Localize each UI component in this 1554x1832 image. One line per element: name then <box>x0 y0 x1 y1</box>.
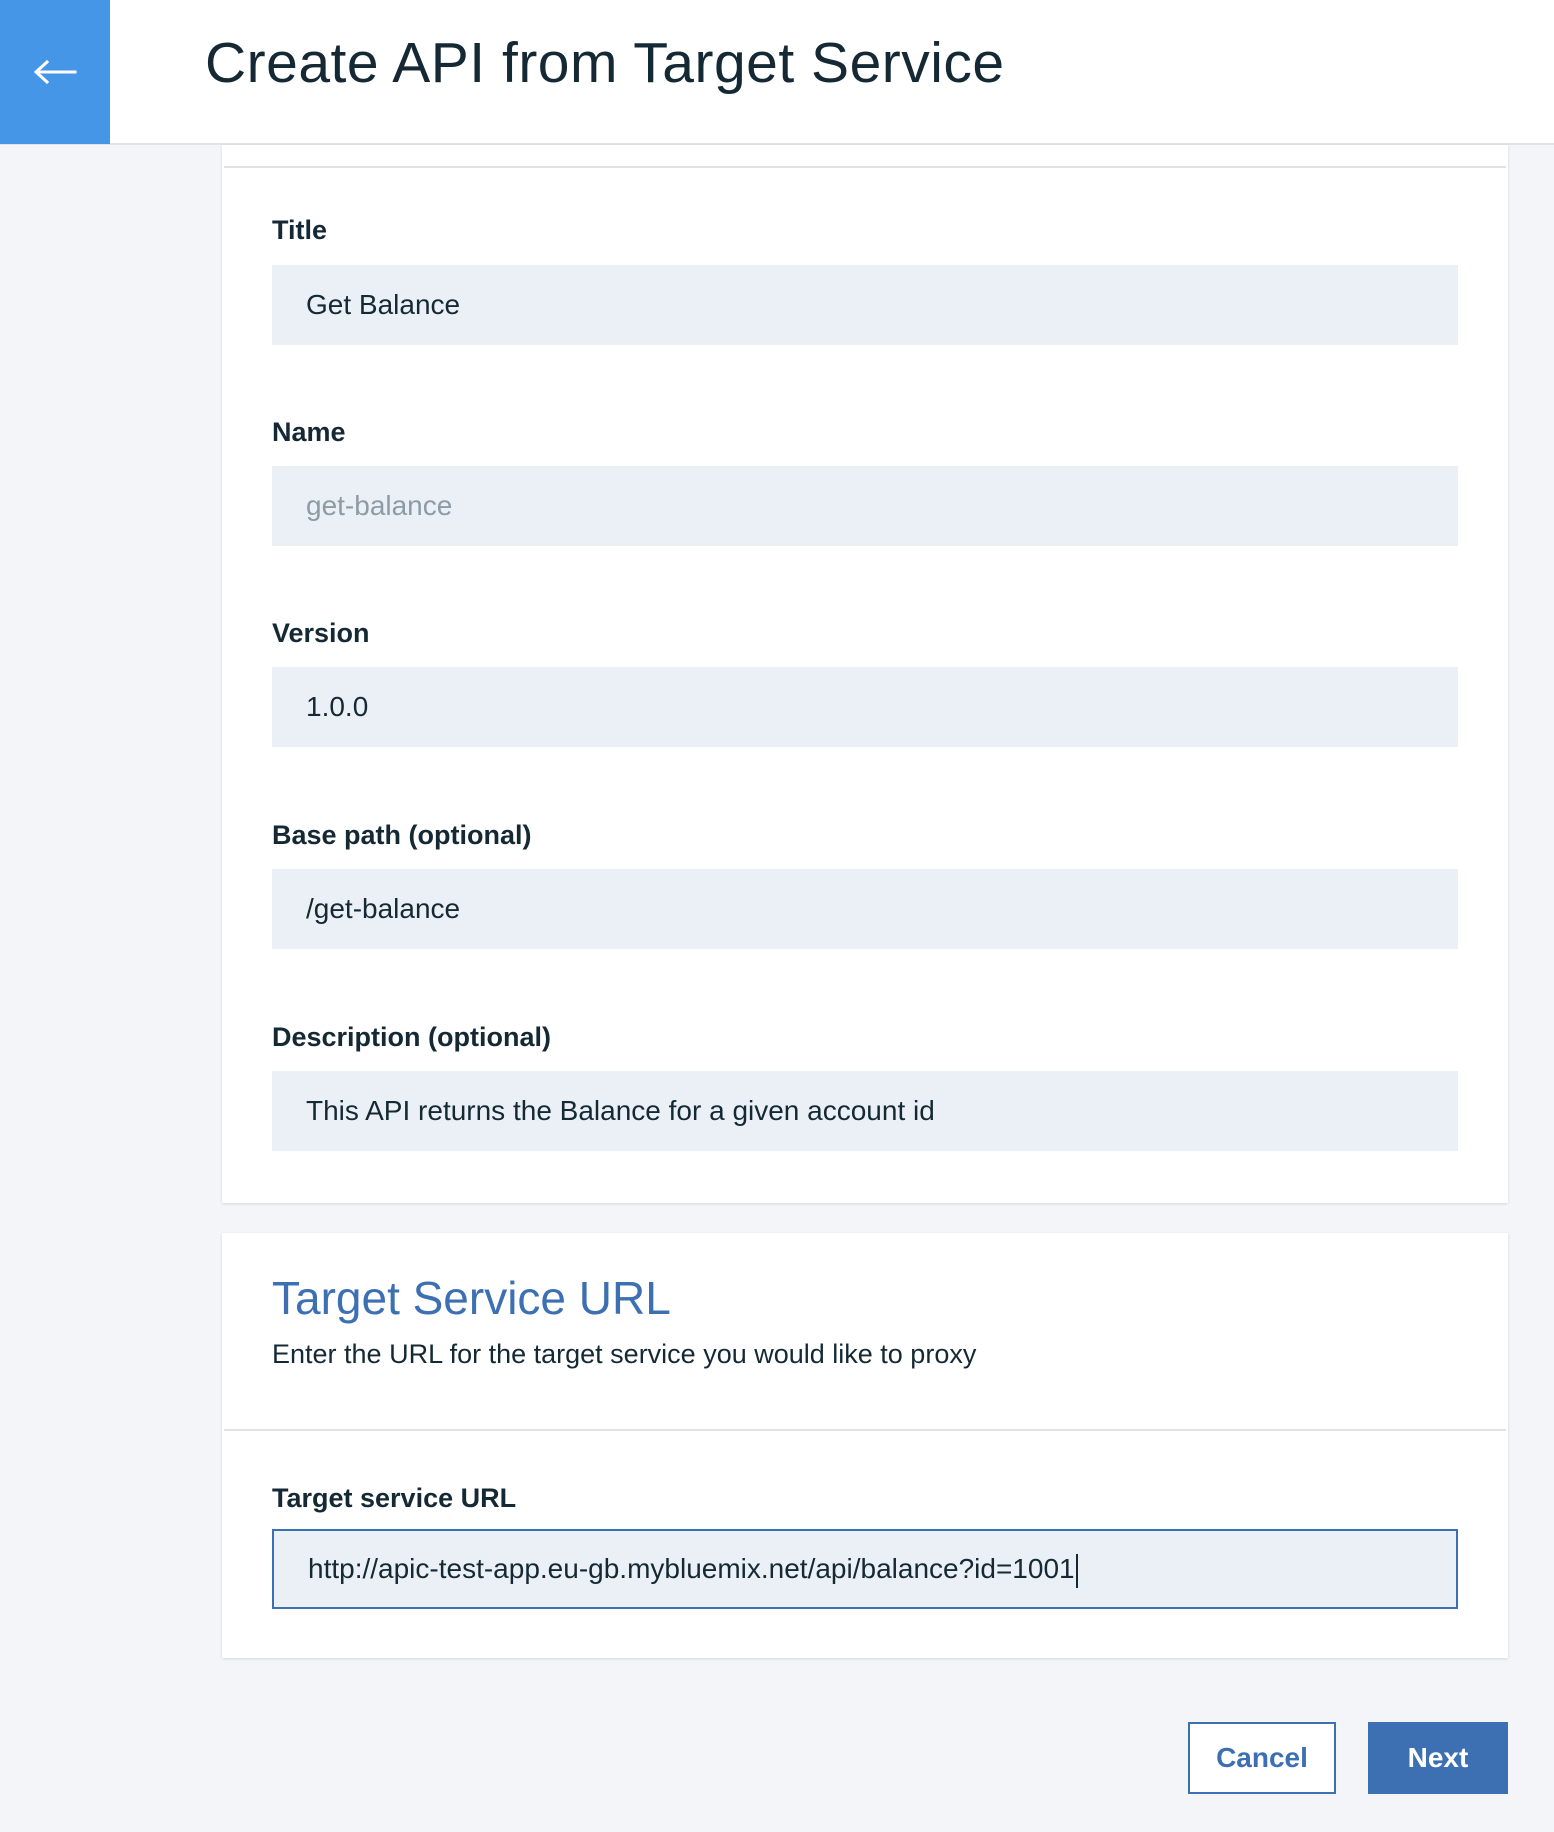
target-service-card: Target Service URL Enter the URL for the… <box>222 1233 1508 1658</box>
cancel-button[interactable]: Cancel <box>1188 1722 1336 1794</box>
divider <box>224 166 1506 168</box>
name-label: Name <box>272 417 346 447</box>
version-input[interactable] <box>272 667 1458 747</box>
title-label: Title <box>272 215 328 245</box>
base-path-label: Base path (optional) <box>272 820 532 850</box>
name-input <box>272 466 1458 546</box>
divider <box>224 1429 1506 1431</box>
title-input[interactable] <box>272 265 1458 345</box>
target-url-value: http://apic-test-app.eu-gb.mybluemix.net… <box>308 1553 1075 1584</box>
description-label: Description (optional) <box>272 1022 551 1052</box>
page-title: Create API from Target Service <box>205 31 1005 95</box>
text-caret <box>1075 1553 1078 1588</box>
target-url-input[interactable]: http://apic-test-app.eu-gb.mybluemix.net… <box>272 1529 1458 1609</box>
target-url-label: Target service URL <box>272 1483 517 1513</box>
api-info-card: Title Name Version Base path (optional) … <box>222 145 1508 1203</box>
base-path-input[interactable] <box>272 869 1458 949</box>
next-button[interactable]: Next <box>1368 1722 1508 1794</box>
arrow-left-icon <box>33 60 77 84</box>
header-bar: Create API from Target Service <box>0 0 1554 145</box>
section-title: Target Service URL <box>272 1272 671 1324</box>
section-subtitle: Enter the URL for the target service you… <box>272 1339 977 1369</box>
version-label: Version <box>272 618 370 648</box>
description-input[interactable] <box>272 1071 1458 1151</box>
back-button[interactable] <box>0 0 110 144</box>
